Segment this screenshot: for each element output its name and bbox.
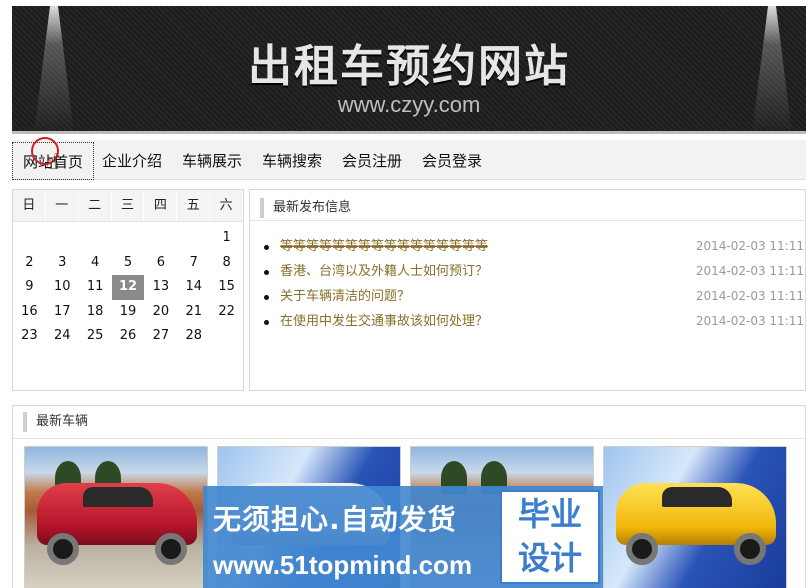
nav-vehicle-display[interactable]: 车辆展示 [172,142,252,180]
news-link[interactable]: 等等等等等等等等等等等等等等等等 [280,234,488,259]
site-url: www.czyy.com [337,92,481,117]
calendar-day[interactable]: 8 [210,251,243,276]
calendar-day[interactable]: 24 [46,324,79,349]
calendar-day[interactable]: 11 [79,275,112,300]
weekday-thu: 四 [144,190,178,221]
bullet-icon [264,320,269,325]
calendar-day[interactable]: 16 [13,300,46,325]
calendar-day[interactable]: 15 [210,275,243,300]
latest-news-panel: 最新发布信息 等等等等等等等等等等等等等等等等 2014-02-03 11:11… [249,189,806,391]
nav-member-register[interactable]: 会员注册 [332,142,412,180]
watermark-overlay: 无须担心.自动发货 www.51topmind.com 毕业 设计 [203,486,603,588]
calendar-day[interactable] [79,226,112,251]
calendar-day[interactable]: 23 [13,324,46,349]
news-item: 在使用中发生交通事故该如何处理？ 2014-02-03 11:11 [264,309,804,334]
latest-news-title: 最新发布信息 [260,198,351,218]
news-list: 等等等等等等等等等等等等等等等等 2014-02-03 11:11 香港、台湾以… [264,234,804,334]
calendar-day[interactable]: 13 [144,275,177,300]
wheel-icon [155,533,187,565]
calendar-grid: 1 2 3 4 5 6 7 8 9 10 11 12 13 14 15 16 1… [13,226,243,349]
calendar-day[interactable]: 1 [210,226,243,251]
calendar-day[interactable]: 10 [46,275,79,300]
nav-member-login[interactable]: 会员登录 [412,142,492,180]
weekday-sun: 日 [13,190,46,221]
calendar-day[interactable] [13,226,46,251]
site-banner: 出租车预约网站 www.czyy.com [12,6,806,134]
news-link[interactable]: 香港、台湾以及外籍人士如何预订？ [280,259,488,284]
hand-cursor-icon: ☝ [46,150,60,175]
nav-vehicle-search[interactable]: 车辆搜索 [252,142,332,180]
calendar-day[interactable]: 2 [13,251,46,276]
news-link[interactable]: 关于车辆清洁的问题？ [280,284,410,309]
calendar-day[interactable]: 21 [177,300,210,325]
news-date: 2014-02-03 11:11 [695,239,804,253]
divider [250,220,805,221]
divider [13,438,805,439]
weekday-mon: 一 [45,190,79,221]
calendar-day[interactable]: 20 [144,300,177,325]
calendar-day[interactable] [177,226,210,251]
latest-vehicles-title: 最新车辆 [23,412,88,432]
calendar-day[interactable]: 25 [79,324,112,349]
watermark-logo-box: 毕业 设计 [500,490,600,584]
news-item: 等等等等等等等等等等等等等等等等 2014-02-03 11:11 [264,234,804,259]
calendar-day[interactable]: 18 [79,300,112,325]
bullet-icon [264,270,269,275]
news-link[interactable]: 在使用中发生交通事故该如何处理？ [280,309,488,334]
calendar-week: 1 [13,226,243,251]
calendar-day[interactable]: 5 [112,251,145,276]
site-title: 出租车预约网站 [248,41,570,92]
calendar-day[interactable]: 3 [46,251,79,276]
wheel-icon [626,533,658,565]
vehicle-image-yellow-taxi[interactable] [603,446,787,588]
calendar-day[interactable]: 22 [210,300,243,325]
bullet-icon [264,295,269,300]
calendar-week: 23 24 25 26 27 28 [13,324,243,349]
calendar-day[interactable]: 17 [46,300,79,325]
weekday-wed: 三 [111,190,145,221]
news-date: 2014-02-03 11:11 [695,314,804,328]
watermark-logo-line2: 设计 [517,539,582,577]
wheel-icon [734,533,766,565]
calendar-day-today[interactable]: 12 [111,275,145,300]
calendar-day[interactable]: 26 [112,324,145,349]
calendar-week: 2 3 4 5 6 7 8 [13,251,243,276]
calendar-day[interactable] [46,226,79,251]
calendar-day[interactable]: 27 [144,324,177,349]
calendar-day[interactable]: 6 [144,251,177,276]
news-item: 香港、台湾以及外籍人士如何预订？ 2014-02-03 11:11 [264,259,804,284]
weekday-fri: 五 [177,190,211,221]
calendar-weekday-header: 日 一 二 三 四 五 六 [13,190,244,222]
calendar-day[interactable]: 28 [177,324,210,349]
calendar-day[interactable]: 9 [13,275,46,300]
watermark-slogan: 无须担心.自动发货 [213,503,457,536]
calendar-day[interactable] [144,226,177,251]
news-date: 2014-02-03 11:11 [695,289,804,303]
calendar: 日 一 二 三 四 五 六 1 2 3 4 5 6 7 8 9 10 11 12… [12,189,244,391]
news-item: 关于车辆清洁的问题？ 2014-02-03 11:11 [264,284,804,309]
wheel-icon [47,533,79,565]
watermark-url: www.51topmind.com [213,550,473,580]
calendar-week: 16 17 18 19 20 21 22 [13,300,243,325]
news-date: 2014-02-03 11:11 [695,264,804,278]
calendar-week: 9 10 11 12 13 14 15 [13,275,243,300]
car-window [662,487,732,507]
car-window [83,487,153,507]
calendar-day[interactable]: 7 [177,251,210,276]
calendar-day[interactable] [210,324,243,349]
calendar-day[interactable]: 19 [112,300,145,325]
weekday-tue: 二 [78,190,112,221]
calendar-day[interactable]: 4 [79,251,112,276]
calendar-day[interactable] [112,226,145,251]
calendar-day[interactable]: 14 [177,275,210,300]
vehicle-image-red-sedan[interactable] [24,446,208,588]
nav-company-intro[interactable]: 企业介绍 [92,142,172,180]
bullet-icon [264,245,269,250]
main-nav: 网站首页 企业介绍 车辆展示 车辆搜索 会员注册 会员登录 [12,140,806,180]
weekday-sat: 六 [210,190,244,221]
watermark-logo-line1: 毕业 [517,495,582,533]
